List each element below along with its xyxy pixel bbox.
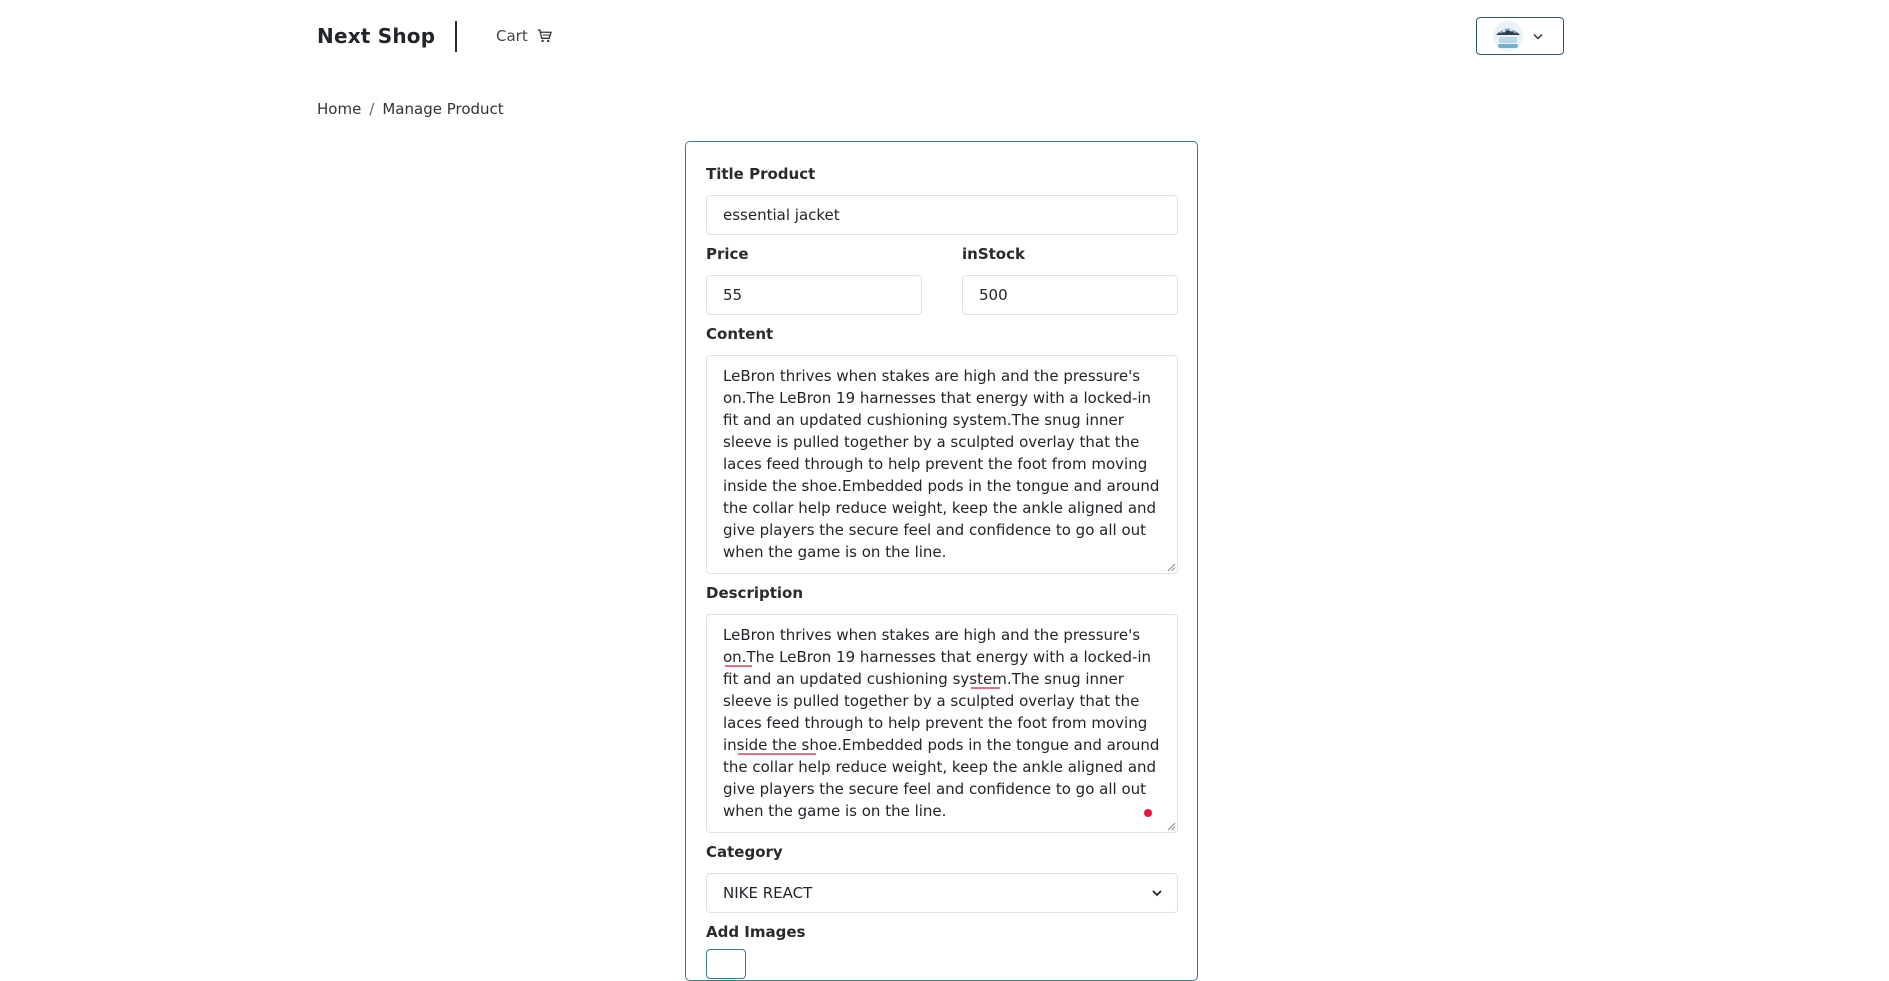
price-input[interactable]: [706, 275, 922, 315]
spellcheck-underline: [971, 687, 1000, 689]
breadcrumb-home[interactable]: Home: [317, 100, 361, 118]
grammar-indicator-icon[interactable]: [1144, 809, 1152, 817]
title-product-label: Title Product: [706, 165, 816, 183]
category-label: Category: [706, 843, 783, 861]
category-select[interactable]: NIKE REACT: [706, 873, 1178, 913]
image-upload-box[interactable]: [706, 949, 746, 979]
user-avatar: [1493, 21, 1523, 51]
spellcheck-underline: [738, 753, 816, 755]
chevron-down-icon: [1151, 883, 1163, 907]
breadcrumb: Home / Manage Product: [317, 100, 504, 118]
breadcrumb-separator: /: [369, 100, 375, 118]
content-textarea[interactable]: LeBron thrives when stakes are high and …: [706, 355, 1178, 574]
cart-icon: [537, 29, 552, 43]
content-label: Content: [706, 325, 774, 343]
nav-divider: [455, 21, 457, 52]
title-product-input[interactable]: [706, 195, 1178, 235]
price-label: Price: [706, 245, 749, 263]
top-navbar: Next Shop Cart: [0, 0, 1889, 76]
category-selected-value: NIKE REACT: [723, 884, 813, 902]
cart-link[interactable]: Cart: [496, 27, 552, 45]
spellcheck-underline: [725, 665, 752, 667]
manage-product-form: Title Product Price inStock Content LeBr…: [685, 141, 1198, 981]
description-textarea[interactable]: LeBron thrives when stakes are high and …: [706, 614, 1178, 833]
instock-label: inStock: [962, 245, 1025, 263]
chevron-down-icon: [1533, 30, 1543, 43]
add-images-label: Add Images: [706, 923, 806, 941]
user-menu-button[interactable]: [1476, 17, 1564, 55]
content-resize-handle[interactable]: [1166, 562, 1176, 572]
description-resize-handle[interactable]: [1166, 821, 1176, 831]
breadcrumb-current: Manage Product: [382, 100, 504, 118]
cart-label: Cart: [496, 27, 528, 45]
brand-logo[interactable]: Next Shop: [317, 24, 435, 48]
description-label: Description: [706, 584, 804, 602]
instock-input[interactable]: [962, 275, 1178, 315]
